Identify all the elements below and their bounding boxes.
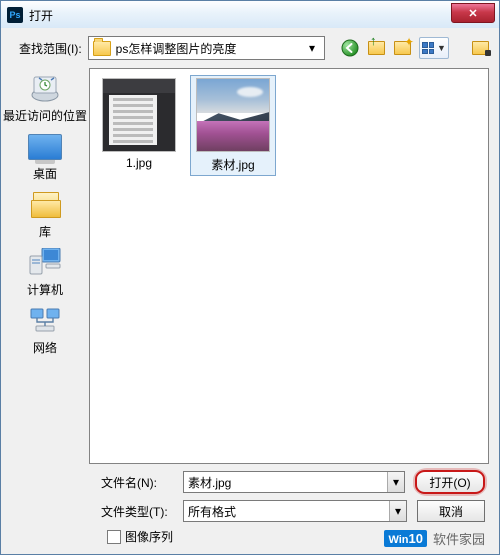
places-bar: 最近访问的位置 桌面 库 计算机 [1, 68, 89, 464]
place-recent[interactable]: 最近访问的位置 [1, 74, 89, 124]
libraries-icon [28, 190, 62, 220]
place-computer-label: 计算机 [27, 281, 63, 298]
close-icon: ✕ [468, 7, 477, 20]
network-icon [28, 306, 62, 336]
look-in-value: ps怎样调整图片的亮度 [116, 40, 304, 57]
main-area: 最近访问的位置 桌面 库 计算机 [1, 68, 499, 464]
chevron-down-icon: ▾ [304, 41, 320, 55]
back-icon [341, 39, 359, 57]
file-list-pane[interactable]: 1.jpg 素材.jpg [89, 68, 489, 464]
close-button[interactable]: ✕ [451, 3, 495, 23]
place-libraries-label: 库 [39, 223, 51, 240]
place-libraries[interactable]: 库 [1, 190, 89, 240]
recent-icon [28, 74, 62, 104]
thumbnails-icon [422, 42, 434, 54]
place-network-label: 网络 [33, 339, 57, 356]
file-item[interactable]: 1.jpg [96, 75, 182, 176]
new-folder-button[interactable]: ✦ [393, 39, 411, 57]
file-thumbnail [102, 78, 176, 152]
file-list: 1.jpg 素材.jpg [90, 69, 488, 182]
toolbar-icons: ↑ ✦ ▼ [341, 37, 489, 59]
file-name-label: 素材.jpg [211, 156, 254, 173]
file-type-row: 文件类型(T): 所有格式 ▾ 取消 [101, 500, 485, 522]
watermark-badge: Win10 [384, 530, 427, 547]
place-recent-label: 最近访问的位置 [3, 107, 87, 124]
up-arrow-icon: ↑ [370, 36, 377, 46]
image-sequence-label: 图像序列 [125, 528, 173, 545]
look-in-combo[interactable]: ps怎样调整图片的亮度 ▾ [88, 36, 325, 60]
sparkle-icon: ✦ [404, 35, 414, 49]
look-in-row: 查找范围(I): ps怎样调整图片的亮度 ▾ ↑ ✦ [1, 28, 499, 66]
file-thumbnail [196, 78, 270, 152]
look-in-label: 查找范围(I): [19, 40, 82, 57]
place-desktop[interactable]: 桌面 [1, 132, 89, 182]
titlebar[interactable]: Ps 打开 ✕ [0, 0, 500, 30]
chevron-down-icon: ▾ [387, 472, 404, 492]
file-type-select[interactable]: 所有格式 ▾ [183, 500, 407, 522]
folder-icon [93, 41, 111, 56]
view-menu-button[interactable]: ▼ [419, 37, 449, 59]
file-type-value: 所有格式 [188, 503, 389, 520]
watermark: Win10 软件家园 [384, 529, 485, 548]
file-name-row: 文件名(N): 素材.jpg ▾ 打开(O) [101, 470, 485, 494]
back-button[interactable] [341, 39, 359, 57]
computer-icon [28, 248, 62, 278]
chevron-down-icon: ▼ [437, 43, 446, 53]
place-network[interactable]: 网络 [1, 306, 89, 356]
file-name-label: 1.jpg [126, 156, 152, 170]
file-name-label: 文件名(N): [101, 474, 173, 491]
place-computer[interactable]: 计算机 [1, 248, 89, 298]
open-button[interactable]: 打开(O) [415, 470, 485, 494]
folder-star-icon [472, 41, 489, 55]
file-type-label: 文件类型(T): [101, 503, 173, 520]
image-sequence-checkbox[interactable] [107, 530, 121, 544]
dialog-body: 查找范围(I): ps怎样调整图片的亮度 ▾ ↑ ✦ [0, 28, 500, 555]
watermark-text: 软件家园 [433, 529, 485, 548]
desktop-icon [28, 132, 62, 162]
up-one-level-button[interactable]: ↑ [367, 39, 385, 57]
window-title: 打开 [29, 7, 53, 24]
app-icon: Ps [7, 7, 23, 23]
favorites-button[interactable] [471, 39, 489, 57]
place-desktop-label: 桌面 [33, 165, 57, 182]
open-dialog: Ps 打开 ✕ 查找范围(I): ps怎样调整图片的亮度 ▾ ↑ [0, 0, 500, 555]
file-name-input[interactable]: 素材.jpg ▾ [183, 471, 405, 493]
cancel-button[interactable]: 取消 [417, 500, 485, 522]
chevron-down-icon: ▾ [389, 501, 406, 521]
file-name-value: 素材.jpg [188, 474, 387, 491]
file-item-selected[interactable]: 素材.jpg [190, 75, 276, 176]
